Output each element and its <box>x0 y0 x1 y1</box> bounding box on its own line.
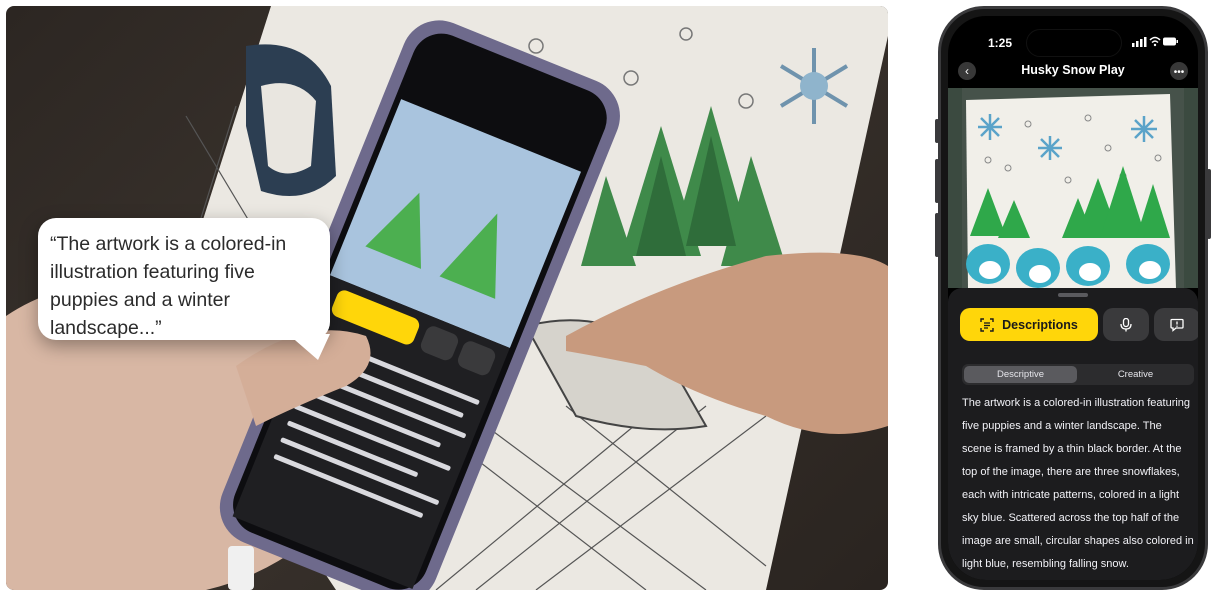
volume-down-button <box>935 213 939 257</box>
more-button[interactable]: ••• <box>1170 62 1188 80</box>
microphone-button[interactable] <box>1103 308 1149 341</box>
description-sheet: Descriptions Descriptive Creative The ar… <box>948 288 1198 580</box>
phone-screen: 1:25 ‹ Husky Snow Play ••• Descriptions … <box>948 16 1198 580</box>
descriptions-button[interactable]: Descriptions <box>960 308 1098 341</box>
sheet-grabber[interactable] <box>1058 293 1088 297</box>
coloring-page-image <box>948 88 1198 288</box>
bubble-tail <box>288 334 330 360</box>
microphone-icon <box>1120 317 1132 331</box>
photo-scene: “The artwork is a colored-in illustratio… <box>6 6 888 590</box>
chat-button[interactable] <box>1154 308 1198 341</box>
power-button <box>1207 169 1211 239</box>
chat-bubble-icon <box>1170 318 1184 332</box>
descriptions-label: Descriptions <box>1002 317 1078 332</box>
nav-bar: ‹ Husky Snow Play ••• <box>948 58 1198 86</box>
phone-frame: 1:25 ‹ Husky Snow Play ••• Descriptions … <box>935 6 1211 590</box>
status-indicators <box>1132 36 1178 50</box>
ellipsis-icon: ••• <box>1173 67 1185 78</box>
status-time: 1:25 <box>988 36 1013 50</box>
quote-text: “The artwork is a colored-in illustratio… <box>50 233 287 339</box>
signal-wifi-battery-icon <box>1132 36 1178 47</box>
segment-creative[interactable]: Creative <box>1079 366 1192 383</box>
volume-up-button <box>935 159 939 203</box>
description-text: The artwork is a colored-in illustration… <box>962 397 1194 570</box>
dynamic-island <box>1026 29 1122 57</box>
action-button <box>935 119 939 143</box>
quote-bubble: “The artwork is a colored-in illustratio… <box>38 218 330 360</box>
scan-text-icon <box>980 317 994 332</box>
status-bar: 1:25 <box>948 16 1198 58</box>
camera-preview <box>948 88 1198 288</box>
page-title: Husky Snow Play <box>1021 63 1125 77</box>
segment-descriptive[interactable]: Descriptive <box>964 366 1077 383</box>
mode-segmented-control: Descriptive Creative <box>962 364 1194 385</box>
